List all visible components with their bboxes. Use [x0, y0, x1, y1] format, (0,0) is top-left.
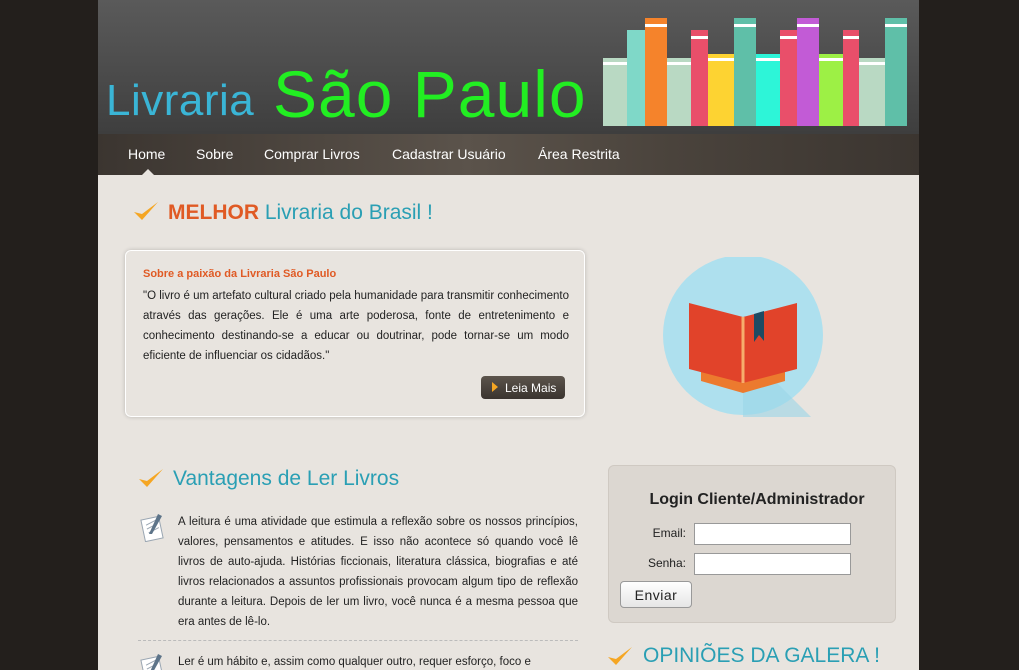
login-box: Login Cliente/Administrador Email: Senha…	[608, 465, 896, 623]
checkmark-icon	[608, 647, 632, 665]
read-more-button[interactable]: Leia Mais	[481, 376, 565, 399]
active-nav-indicator	[142, 169, 154, 175]
about-text: "O livro é um artefato cultural criado p…	[143, 290, 569, 362]
main-navigation: Home Sobre Comprar Livros Cadastrar Usuá…	[98, 134, 919, 175]
play-arrow-icon	[492, 382, 498, 392]
heading-rest-text: Livraria do Brasil !	[259, 201, 433, 224]
email-label: Email:	[652, 526, 686, 540]
divider	[138, 640, 578, 641]
advantage-item: Ler é um hábito e, assim como qualquer o…	[138, 652, 578, 670]
about-box: Sobre a paixão da Livraria São Paulo "O …	[125, 250, 585, 417]
best-bookstore-heading: MELHOR Livraria do Brasil !	[168, 201, 433, 225]
advantages-heading: Vantagens de Ler Livros	[173, 467, 400, 490]
read-more-label: Leia Mais	[505, 381, 557, 395]
logo-text-sao-paulo: São Paulo	[273, 57, 587, 131]
password-label: Senha:	[647, 556, 686, 570]
logo-text-livraria: Livraria	[106, 76, 255, 125]
nav-cadastrar-usuario[interactable]: Cadastrar Usuário	[392, 146, 506, 162]
site-header: Livraria São Paulo	[98, 0, 919, 134]
advantage-text: Ler é um hábito e, assim como qualquer o…	[178, 656, 531, 668]
advantage-text: A leitura é uma atividade que estimula a…	[178, 516, 578, 628]
open-book-icon	[663, 257, 823, 417]
nav-home[interactable]: Home	[128, 146, 165, 162]
about-title: Sobre a paixão da Livraria São Paulo	[143, 268, 337, 280]
nav-sobre[interactable]: Sobre	[196, 146, 233, 162]
document-pen-icon	[140, 654, 164, 670]
page-wrapper: Livraria São Paulo Home Sobre Comprar Li…	[98, 0, 919, 670]
email-field[interactable]	[694, 523, 851, 545]
send-button[interactable]: Enviar	[620, 581, 692, 608]
password-field[interactable]	[694, 553, 851, 575]
document-pen-icon	[140, 514, 164, 542]
bookshelf-illustration	[603, 18, 907, 126]
nav-comprar-livros[interactable]: Comprar Livros	[264, 146, 360, 162]
nav-area-restrita[interactable]: Área Restrita	[538, 146, 620, 162]
heading-strong-text: MELHOR	[168, 201, 259, 224]
advantage-item: A leitura é uma atividade que estimula a…	[138, 512, 578, 632]
opinions-heading: OPINIÕES DA GALERA !	[643, 644, 880, 667]
login-title: Login Cliente/Administrador	[649, 491, 865, 508]
checkmark-icon	[139, 469, 163, 487]
checkmark-icon	[134, 202, 158, 220]
